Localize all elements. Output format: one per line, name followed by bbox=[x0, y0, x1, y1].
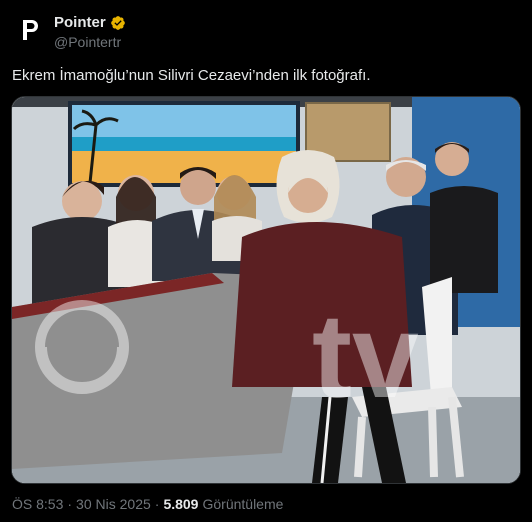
author-handle[interactable]: @Pointertr bbox=[54, 34, 121, 50]
watermark-text: tv bbox=[312, 289, 419, 423]
pointer-logo-icon bbox=[23, 20, 38, 40]
avatar[interactable] bbox=[12, 12, 48, 48]
tweet-meta: ÖS 8:53 · 30 Nis 2025 · 5.809 Görüntülem… bbox=[12, 496, 283, 512]
meta-separator: · bbox=[154, 496, 160, 512]
views-count: 5.809 bbox=[163, 496, 199, 512]
tweet-header: Pointer @Pointertr bbox=[12, 12, 520, 56]
meta-separator: · bbox=[67, 496, 73, 512]
tweet-text: Ekrem İmamoğlu’nun Silivri Cezaevi’nden … bbox=[12, 67, 371, 84]
tweet-photo[interactable]: tv bbox=[11, 96, 521, 484]
tweet-time[interactable]: ÖS 8:53 bbox=[12, 496, 63, 512]
tweet-date[interactable]: 30 Nis 2025 bbox=[76, 496, 151, 512]
author-display-name[interactable]: Pointer bbox=[54, 14, 106, 31]
verified-badge-icon bbox=[110, 15, 126, 31]
views-label: Görüntüleme bbox=[202, 496, 284, 512]
